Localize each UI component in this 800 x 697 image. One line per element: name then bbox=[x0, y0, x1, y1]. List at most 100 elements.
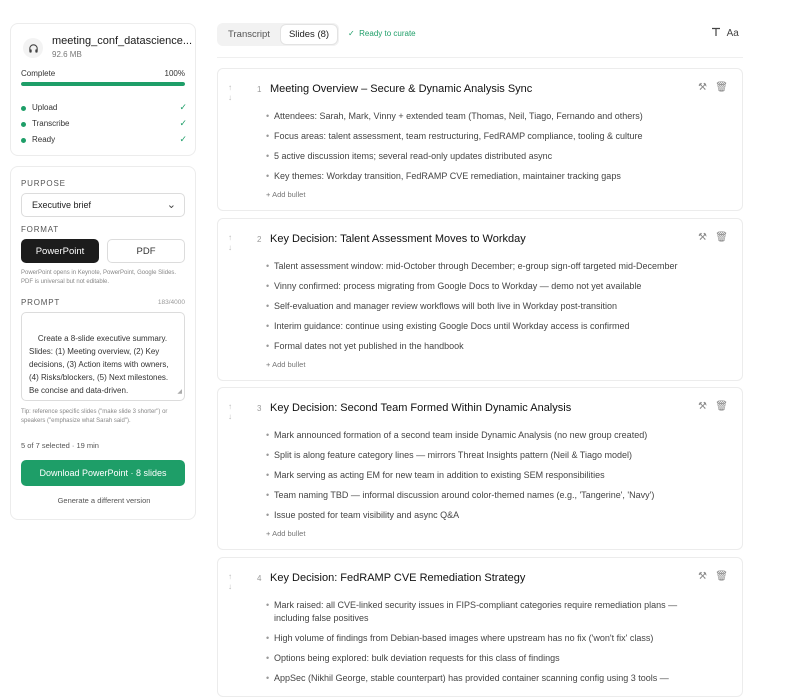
check-icon: ✓ bbox=[179, 118, 187, 128]
bullet-item[interactable]: Focus areas: talent assessment, team res… bbox=[266, 130, 706, 143]
step-upload: Upload ✓ bbox=[21, 102, 187, 116]
bullet-list: Mark raised: all CVE-linked security iss… bbox=[266, 599, 706, 692]
slide-title[interactable]: Key Decision: FedRAMP CVE Remediation St… bbox=[270, 572, 525, 584]
add-bullet-label: Add bullet bbox=[272, 529, 306, 538]
format-label: FORMAT bbox=[21, 225, 59, 234]
bullet-item[interactable]: Formal dates not yet published in the ha… bbox=[266, 340, 706, 353]
slide-card: ↑ ↓ 1 Meeting Overview – Secure & Dynamic… bbox=[217, 68, 743, 211]
status-dot bbox=[21, 106, 26, 111]
view-tabs: Transcript Slides (8) bbox=[217, 23, 339, 46]
format-note: PowerPoint opens in Keynote, PowerPoint,… bbox=[21, 270, 177, 285]
bullet-item[interactable]: Vinny confirmed: process migrating from … bbox=[266, 280, 706, 293]
bullet-item[interactable]: Split is along feature category lines — … bbox=[266, 449, 706, 462]
headphones-icon bbox=[23, 38, 43, 58]
slide-title[interactable]: Key Decision: Second Team Formed Within … bbox=[270, 402, 571, 414]
bullet-item[interactable]: Interim guidance: continue using existin… bbox=[266, 320, 706, 333]
progress-bar bbox=[21, 82, 185, 86]
prompt-label: PROMPT bbox=[21, 298, 61, 307]
add-bullet-button[interactable]: + Add bullet bbox=[266, 190, 305, 199]
generate-different-version-link[interactable]: Generate a different version bbox=[11, 496, 197, 505]
slide-number: 3 bbox=[257, 404, 262, 413]
prompt-textarea[interactable]: Create a 8-slide executive summary. Slid… bbox=[21, 312, 185, 401]
divider bbox=[217, 57, 743, 58]
tab-slides[interactable]: Slides (8) bbox=[281, 25, 337, 44]
resize-handle-icon[interactable]: ◢ bbox=[177, 386, 182, 399]
format-pdf-button[interactable]: PDF bbox=[107, 239, 185, 263]
bullet-item[interactable]: Talent assessment window: mid-October th… bbox=[266, 260, 706, 273]
step-label: Upload bbox=[32, 103, 58, 112]
purpose-value: Executive brief bbox=[32, 200, 92, 210]
format-powerpoint-button[interactable]: PowerPoint bbox=[21, 239, 99, 263]
check-icon: ✓ bbox=[179, 134, 187, 144]
step-ready: Ready ✓ bbox=[21, 134, 187, 148]
bullet-item[interactable]: Attendees: Sarah, Mark, Vinny + extended… bbox=[266, 110, 706, 123]
step-transcribe: Transcribe ✓ bbox=[21, 118, 187, 132]
add-bullet-label: Add bullet bbox=[272, 190, 306, 199]
magic-wand-icon[interactable]: ⚒ bbox=[698, 232, 707, 243]
reorder-arrows-icon[interactable]: ↑ ↓ bbox=[228, 83, 232, 103]
bullet-item[interactable]: Mark announced formation of a second tea… bbox=[266, 429, 706, 442]
ready-status: ✓ Ready to curate bbox=[348, 29, 416, 38]
bullet-item[interactable]: AppSec (Nikhil George, stable counterpar… bbox=[266, 672, 706, 685]
purpose-label: PURPOSE bbox=[21, 179, 66, 188]
progress-fill bbox=[21, 82, 185, 86]
step-label: Ready bbox=[32, 135, 56, 144]
magic-wand-icon[interactable]: ⚒ bbox=[698, 571, 707, 582]
reorder-arrows-icon[interactable]: ↑ ↓ bbox=[228, 402, 232, 422]
step-label: Transcribe bbox=[32, 119, 70, 128]
bullet-item[interactable]: Issue posted for team visibility and asy… bbox=[266, 509, 706, 522]
slide-card: ↑ ↓ 4 Key Decision: FedRAMP CVE Remediati… bbox=[217, 557, 743, 697]
file-size: 92.6 MB bbox=[52, 50, 82, 59]
bullet-item[interactable]: High volume of findings from Debian-base… bbox=[266, 632, 706, 645]
tab-transcript[interactable]: Transcript bbox=[219, 25, 279, 44]
trash-icon[interactable]: 🗑 bbox=[715, 82, 728, 93]
bullet-item[interactable]: Team naming TBD — informal discussion ar… bbox=[266, 489, 706, 502]
bullet-item[interactable]: 5 active discussion items; several read-… bbox=[266, 150, 706, 163]
bullet-item[interactable]: Options being explored: bulk deviation r… bbox=[266, 652, 706, 665]
trash-icon[interactable]: 🗑 bbox=[715, 401, 728, 412]
bullet-item[interactable]: Self-evaluation and manager review workf… bbox=[266, 300, 706, 313]
slide-number: 4 bbox=[257, 574, 262, 583]
chevron-down-icon: ⌄ bbox=[166, 199, 176, 211]
reorder-arrows-icon[interactable]: ↑ ↓ bbox=[228, 572, 232, 592]
trash-icon[interactable]: 🗑 bbox=[715, 571, 728, 582]
purpose-select[interactable]: Executive brief ⌄ bbox=[21, 193, 185, 217]
add-bullet-label: Add bullet bbox=[272, 360, 306, 369]
selection-meta: 5 of 7 selected · 19 min bbox=[21, 441, 99, 450]
add-bullet-button[interactable]: + Add bullet bbox=[266, 360, 305, 369]
settings-card: PURPOSE Executive brief ⌄ FORMAT PowerPo… bbox=[10, 166, 196, 520]
prompt-text: Create a 8-slide executive summary. Slid… bbox=[29, 334, 171, 395]
reorder-arrows-icon[interactable]: ↑ ↓ bbox=[228, 233, 232, 253]
font-size-tool[interactable]: Aa bbox=[711, 27, 739, 39]
bullet-item[interactable]: Mark serving as acting EM for new team i… bbox=[266, 469, 706, 482]
slide-title[interactable]: Key Decision: Talent Assessment Moves to… bbox=[270, 233, 526, 245]
ready-status-text: Ready to curate bbox=[359, 29, 416, 38]
progress-label: Complete bbox=[21, 69, 56, 78]
trash-icon[interactable]: 🗑 bbox=[715, 232, 728, 243]
bullet-list: Mark announced formation of a second tea… bbox=[266, 429, 706, 529]
slide-card: ↑ ↓ 2 Key Decision: Talent Assessment Mov… bbox=[217, 218, 743, 381]
bullet-item[interactable]: Mark raised: all CVE-linked security iss… bbox=[266, 599, 706, 625]
slide-title[interactable]: Meeting Overview – Secure & Dynamic Anal… bbox=[270, 83, 532, 95]
text-icon bbox=[712, 27, 720, 36]
magic-wand-icon[interactable]: ⚒ bbox=[698, 82, 707, 93]
status-dot bbox=[21, 122, 26, 127]
font-size-label: Aa bbox=[726, 28, 739, 39]
prompt-char-count: 183/4000 bbox=[157, 299, 185, 306]
slide-number: 2 bbox=[257, 235, 262, 244]
progress-percent: 100% bbox=[164, 69, 185, 78]
bullet-list: Talent assessment window: mid-October th… bbox=[266, 260, 706, 360]
status-dot bbox=[21, 138, 26, 143]
file-name: meeting_conf_datascience... bbox=[52, 35, 193, 47]
file-card: meeting_conf_datascience... 92.6 MB Comp… bbox=[10, 23, 196, 156]
check-icon: ✓ bbox=[348, 29, 355, 38]
prompt-tip: Tip: reference specific slides ("make sl… bbox=[21, 409, 168, 424]
slide-card: ↑ ↓ 3 Key Decision: Second Team Formed Wi… bbox=[217, 387, 743, 550]
check-icon: ✓ bbox=[179, 102, 187, 112]
magic-wand-icon[interactable]: ⚒ bbox=[698, 401, 707, 412]
slide-number: 1 bbox=[257, 85, 262, 94]
add-bullet-button[interactable]: + Add bullet bbox=[266, 529, 305, 538]
download-powerpoint-button[interactable]: Download PowerPoint · 8 slides bbox=[21, 460, 185, 486]
bullet-item[interactable]: Key themes: Workday transition, FedRAMP … bbox=[266, 170, 706, 183]
bullet-list: Attendees: Sarah, Mark, Vinny + extended… bbox=[266, 110, 706, 190]
